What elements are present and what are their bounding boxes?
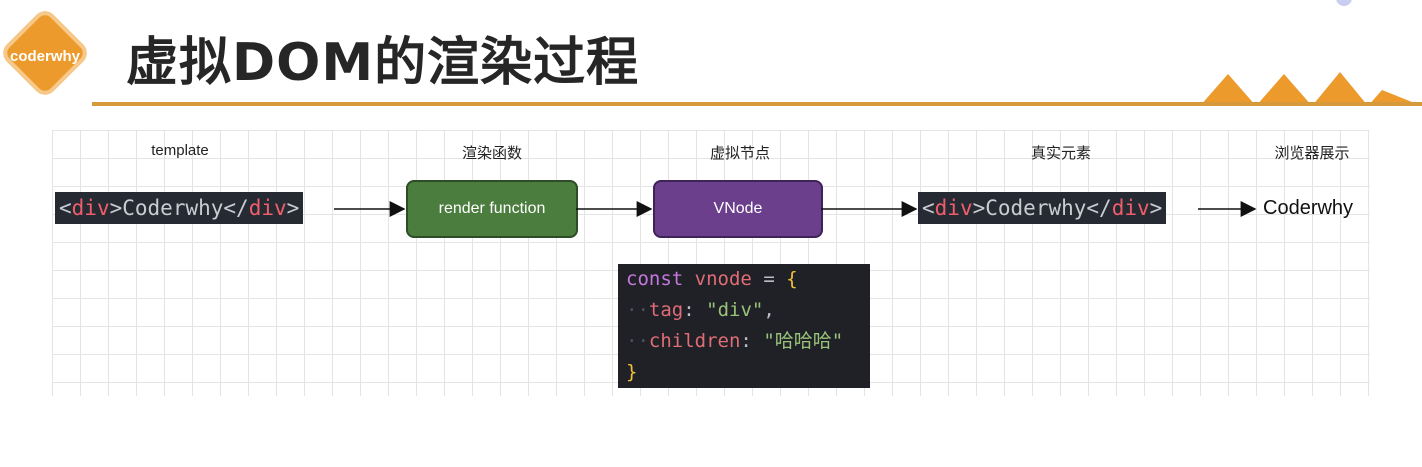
code-operator: = xyxy=(763,268,775,290)
code-colon-tag: : xyxy=(683,299,695,321)
code-line-4: } xyxy=(626,357,637,388)
logo-text: coderwhy xyxy=(9,48,81,65)
code-line-1: const vnode = { xyxy=(626,264,798,295)
title-underline xyxy=(92,102,1422,106)
code-value-children: "哈哈哈" xyxy=(763,330,844,352)
code-keyword-const: const xyxy=(626,268,684,290)
page-title: 虚拟DOM的渲染过程 xyxy=(126,33,640,93)
code-key-tag: tag xyxy=(648,299,684,321)
logo: coderwhy xyxy=(0,6,92,104)
corner-decoration xyxy=(1336,0,1352,6)
code-comma: , xyxy=(763,299,775,321)
code-key-children: children xyxy=(648,330,741,352)
code-var-vnode: vnode xyxy=(694,268,752,290)
code-value-div: "div" xyxy=(706,299,764,321)
vnode-code-block: const vnode = { ··tag: "div", ··children… xyxy=(618,264,870,388)
code-line-3: ··children: "哈哈哈" xyxy=(626,330,844,352)
code-colon-children: : xyxy=(740,330,752,352)
code-line-2: ··tag: "div", xyxy=(626,299,775,321)
diagram-canvas: template 渲染函数 虚拟节点 真实元素 浏览器展示 <div>Coder… xyxy=(52,130,1370,396)
code-open-brace: { xyxy=(786,268,798,290)
code-close-brace: } xyxy=(626,361,638,383)
